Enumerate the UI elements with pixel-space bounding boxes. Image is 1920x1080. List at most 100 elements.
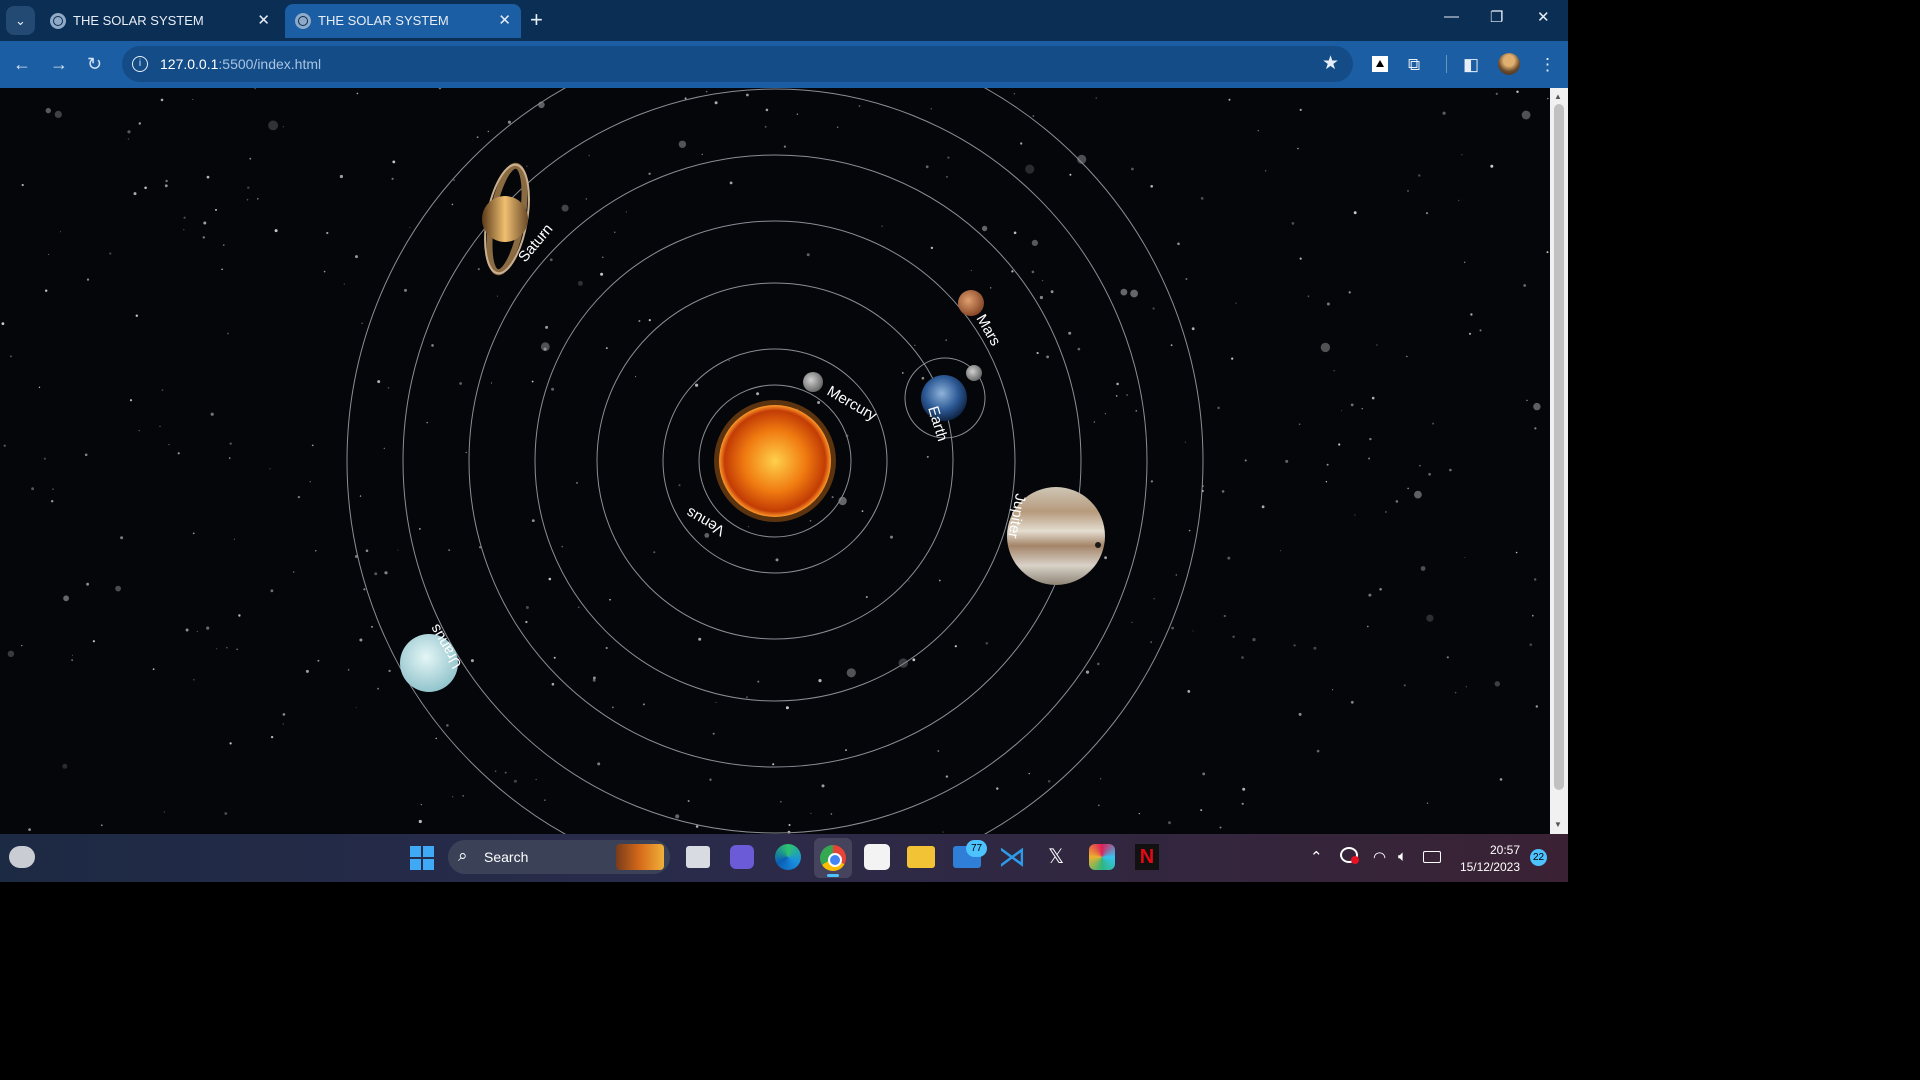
star (780, 801, 782, 803)
forward-icon[interactable]: → (50, 53, 68, 75)
scroll-up-icon[interactable]: ▲ (1554, 92, 1562, 101)
star (293, 571, 295, 573)
star (775, 558, 779, 562)
star (462, 795, 464, 797)
restore-icon[interactable]: ❐ (1490, 8, 1503, 26)
jupiter-moon (1095, 542, 1101, 548)
star (1534, 578, 1537, 581)
star (387, 387, 390, 389)
show-hidden-icons[interactable]: ⌃ (1310, 848, 1323, 866)
star (946, 175, 948, 178)
netflix-icon[interactable]: N (1135, 844, 1159, 870)
star (1406, 355, 1408, 358)
window-close-icon[interactable]: ✕ (1537, 8, 1550, 26)
task-view-icon[interactable] (686, 846, 710, 868)
sync-alert-icon[interactable] (1340, 847, 1359, 864)
star (168, 444, 170, 446)
chrome-taskbar-button[interactable] (814, 838, 852, 878)
star (60, 231, 61, 233)
chrome-icon (820, 845, 846, 871)
star (945, 339, 947, 341)
star (309, 481, 311, 483)
star (1468, 332, 1472, 335)
star (1371, 396, 1375, 400)
star (653, 551, 656, 554)
star (576, 481, 578, 484)
star (712, 732, 715, 735)
taskbar-search[interactable]: ⌕ Search (448, 840, 670, 874)
tab-solar-system-2[interactable]: THE SOLAR SYSTEM ✕ (285, 4, 521, 38)
notification-badge[interactable]: 22 (1530, 849, 1547, 866)
star (193, 678, 195, 681)
site-info-icon[interactable]: i (132, 56, 148, 72)
star (477, 268, 480, 271)
close-icon[interactable]: ✕ (257, 11, 270, 29)
close-icon[interactable]: ✕ (498, 11, 511, 29)
search-label: Search (484, 849, 529, 865)
x-twitter-icon[interactable]: 𝕏 (1044, 845, 1068, 869)
vertical-scrollbar[interactable]: ▲ ▼ (1550, 88, 1568, 834)
star (1150, 641, 1152, 643)
star (1425, 212, 1429, 215)
star (809, 519, 812, 522)
star (1013, 93, 1016, 95)
wifi-icon[interactable]: ◠ (1373, 848, 1386, 866)
star (152, 668, 155, 671)
star (1326, 463, 1329, 466)
star (1104, 556, 1107, 560)
tab-search-button[interactable]: ⌄ (6, 6, 35, 35)
new-tab-button[interactable]: + (530, 7, 543, 33)
address-bar[interactable]: i 127.0.0.1:5500/index.html ★ (122, 46, 1353, 82)
star (548, 577, 552, 581)
battery-icon[interactable] (1423, 851, 1441, 863)
tab-title: THE SOLAR SYSTEM (318, 13, 449, 28)
weather-icon[interactable] (9, 846, 35, 868)
scroll-down-icon[interactable]: ▼ (1554, 820, 1562, 829)
vscode-icon[interactable]: ⋊ (998, 843, 1026, 871)
star (1244, 459, 1247, 462)
edge-icon[interactable] (775, 844, 801, 870)
bookmark-star-icon[interactable]: ★ (1322, 52, 1339, 75)
star (553, 656, 556, 659)
star (926, 455, 929, 458)
side-panel-icon[interactable]: ◧ (1463, 55, 1479, 75)
system-clock[interactable]: 20:57 15/12/2023 (1452, 842, 1520, 876)
file-explorer-icon[interactable] (907, 846, 935, 868)
scrollbar-thumb[interactable] (1554, 104, 1564, 790)
star (728, 360, 730, 362)
star (448, 549, 451, 552)
star (714, 101, 718, 105)
star (314, 549, 317, 552)
star (84, 453, 88, 457)
star (92, 640, 95, 643)
star (545, 325, 549, 329)
browser-toolbar: ← → ↻ i 127.0.0.1:5500/index.html ★ ⧉ ◧ … (0, 41, 1568, 88)
star (845, 749, 847, 752)
mail-icon[interactable]: 77 (953, 840, 987, 868)
menu-kebab-icon[interactable]: ⋮ (1539, 55, 1556, 75)
windows-start-icon[interactable] (410, 846, 434, 870)
back-icon[interactable]: ← (13, 53, 31, 75)
star (1185, 278, 1188, 280)
star (1350, 700, 1354, 704)
tab-solar-system-1[interactable]: THE SOLAR SYSTEM ✕ (40, 4, 280, 38)
star (435, 737, 437, 740)
star (930, 246, 934, 250)
star (1547, 97, 1549, 100)
store-icon[interactable] (864, 844, 890, 870)
profile-avatar[interactable] (1498, 53, 1520, 75)
url-text[interactable]: 127.0.0.1:5500/index.html (160, 56, 321, 72)
volume-icon[interactable]: 🔈︎ (1398, 848, 1407, 865)
extensions-puzzle-icon[interactable]: ⧉ (1408, 55, 1420, 75)
slack-icon[interactable] (1089, 844, 1115, 870)
star (1449, 468, 1452, 472)
minimize-icon[interactable]: — (1444, 8, 1459, 25)
teams-chat-icon[interactable] (730, 845, 754, 869)
star (1077, 347, 1081, 351)
reload-icon[interactable]: ↻ (87, 53, 102, 75)
star (1490, 164, 1494, 168)
extension-icon[interactable] (1372, 56, 1388, 72)
star (549, 258, 553, 262)
star (451, 203, 454, 206)
star (1285, 459, 1289, 463)
